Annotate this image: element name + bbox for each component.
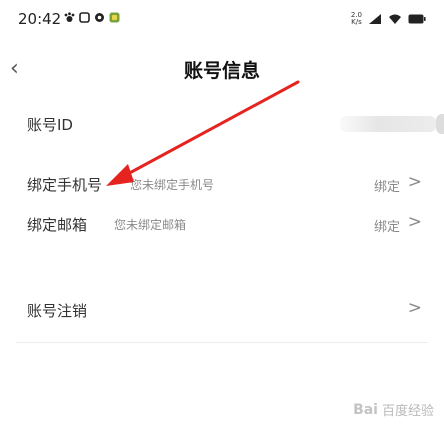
status-bar: 20:42 2.0 K/s: [0, 0, 444, 40]
watermark: Bai 百度经验: [353, 400, 434, 420]
circle-icon: [95, 13, 104, 22]
account-id-label: 账号ID: [27, 116, 73, 134]
watermark-logo: Bai: [353, 401, 378, 418]
bind-email-row[interactable]: 绑定邮箱 您未绑定邮箱 绑定 >: [0, 196, 444, 256]
app-icon: [109, 12, 120, 23]
watermark-text: 百度经验: [381, 404, 434, 419]
system-status: 2.0 K/s: [351, 12, 426, 26]
battery-icon: [408, 14, 426, 24]
paw-icon: [64, 12, 75, 22]
account-cancel-row[interactable]: 账号注销 >: [0, 282, 444, 342]
wifi-icon: [389, 14, 401, 24]
network-speed: 2.0 K/s: [351, 12, 362, 26]
account-id-value-masked: [340, 116, 436, 132]
page-title: 账号信息: [183, 60, 260, 82]
chevron-right-icon: >: [407, 172, 422, 192]
bind-phone-status: 您未绑定手机号: [130, 178, 215, 192]
network-speed-unit: K/s: [351, 18, 362, 26]
notification-icons: [64, 12, 120, 23]
signal-icon: [369, 14, 381, 24]
bind-phone-action[interactable]: 绑定: [374, 176, 400, 195]
chevron-right-icon: >: [407, 212, 422, 232]
square-icon: [79, 12, 90, 23]
scroll-handle[interactable]: [436, 114, 444, 134]
bind-email-action[interactable]: 绑定: [374, 216, 400, 235]
bind-phone-label: 绑定手机号: [27, 176, 103, 194]
chevron-right-icon: >: [407, 298, 422, 318]
bind-email-label: 绑定邮箱: [27, 216, 88, 234]
header: ‹ 账号信息: [0, 52, 444, 88]
divider: [16, 342, 428, 343]
bind-email-status: 您未绑定邮箱: [114, 218, 187, 232]
account-cancel-label: 账号注销: [27, 302, 88, 320]
status-time: 20:42: [18, 10, 62, 28]
